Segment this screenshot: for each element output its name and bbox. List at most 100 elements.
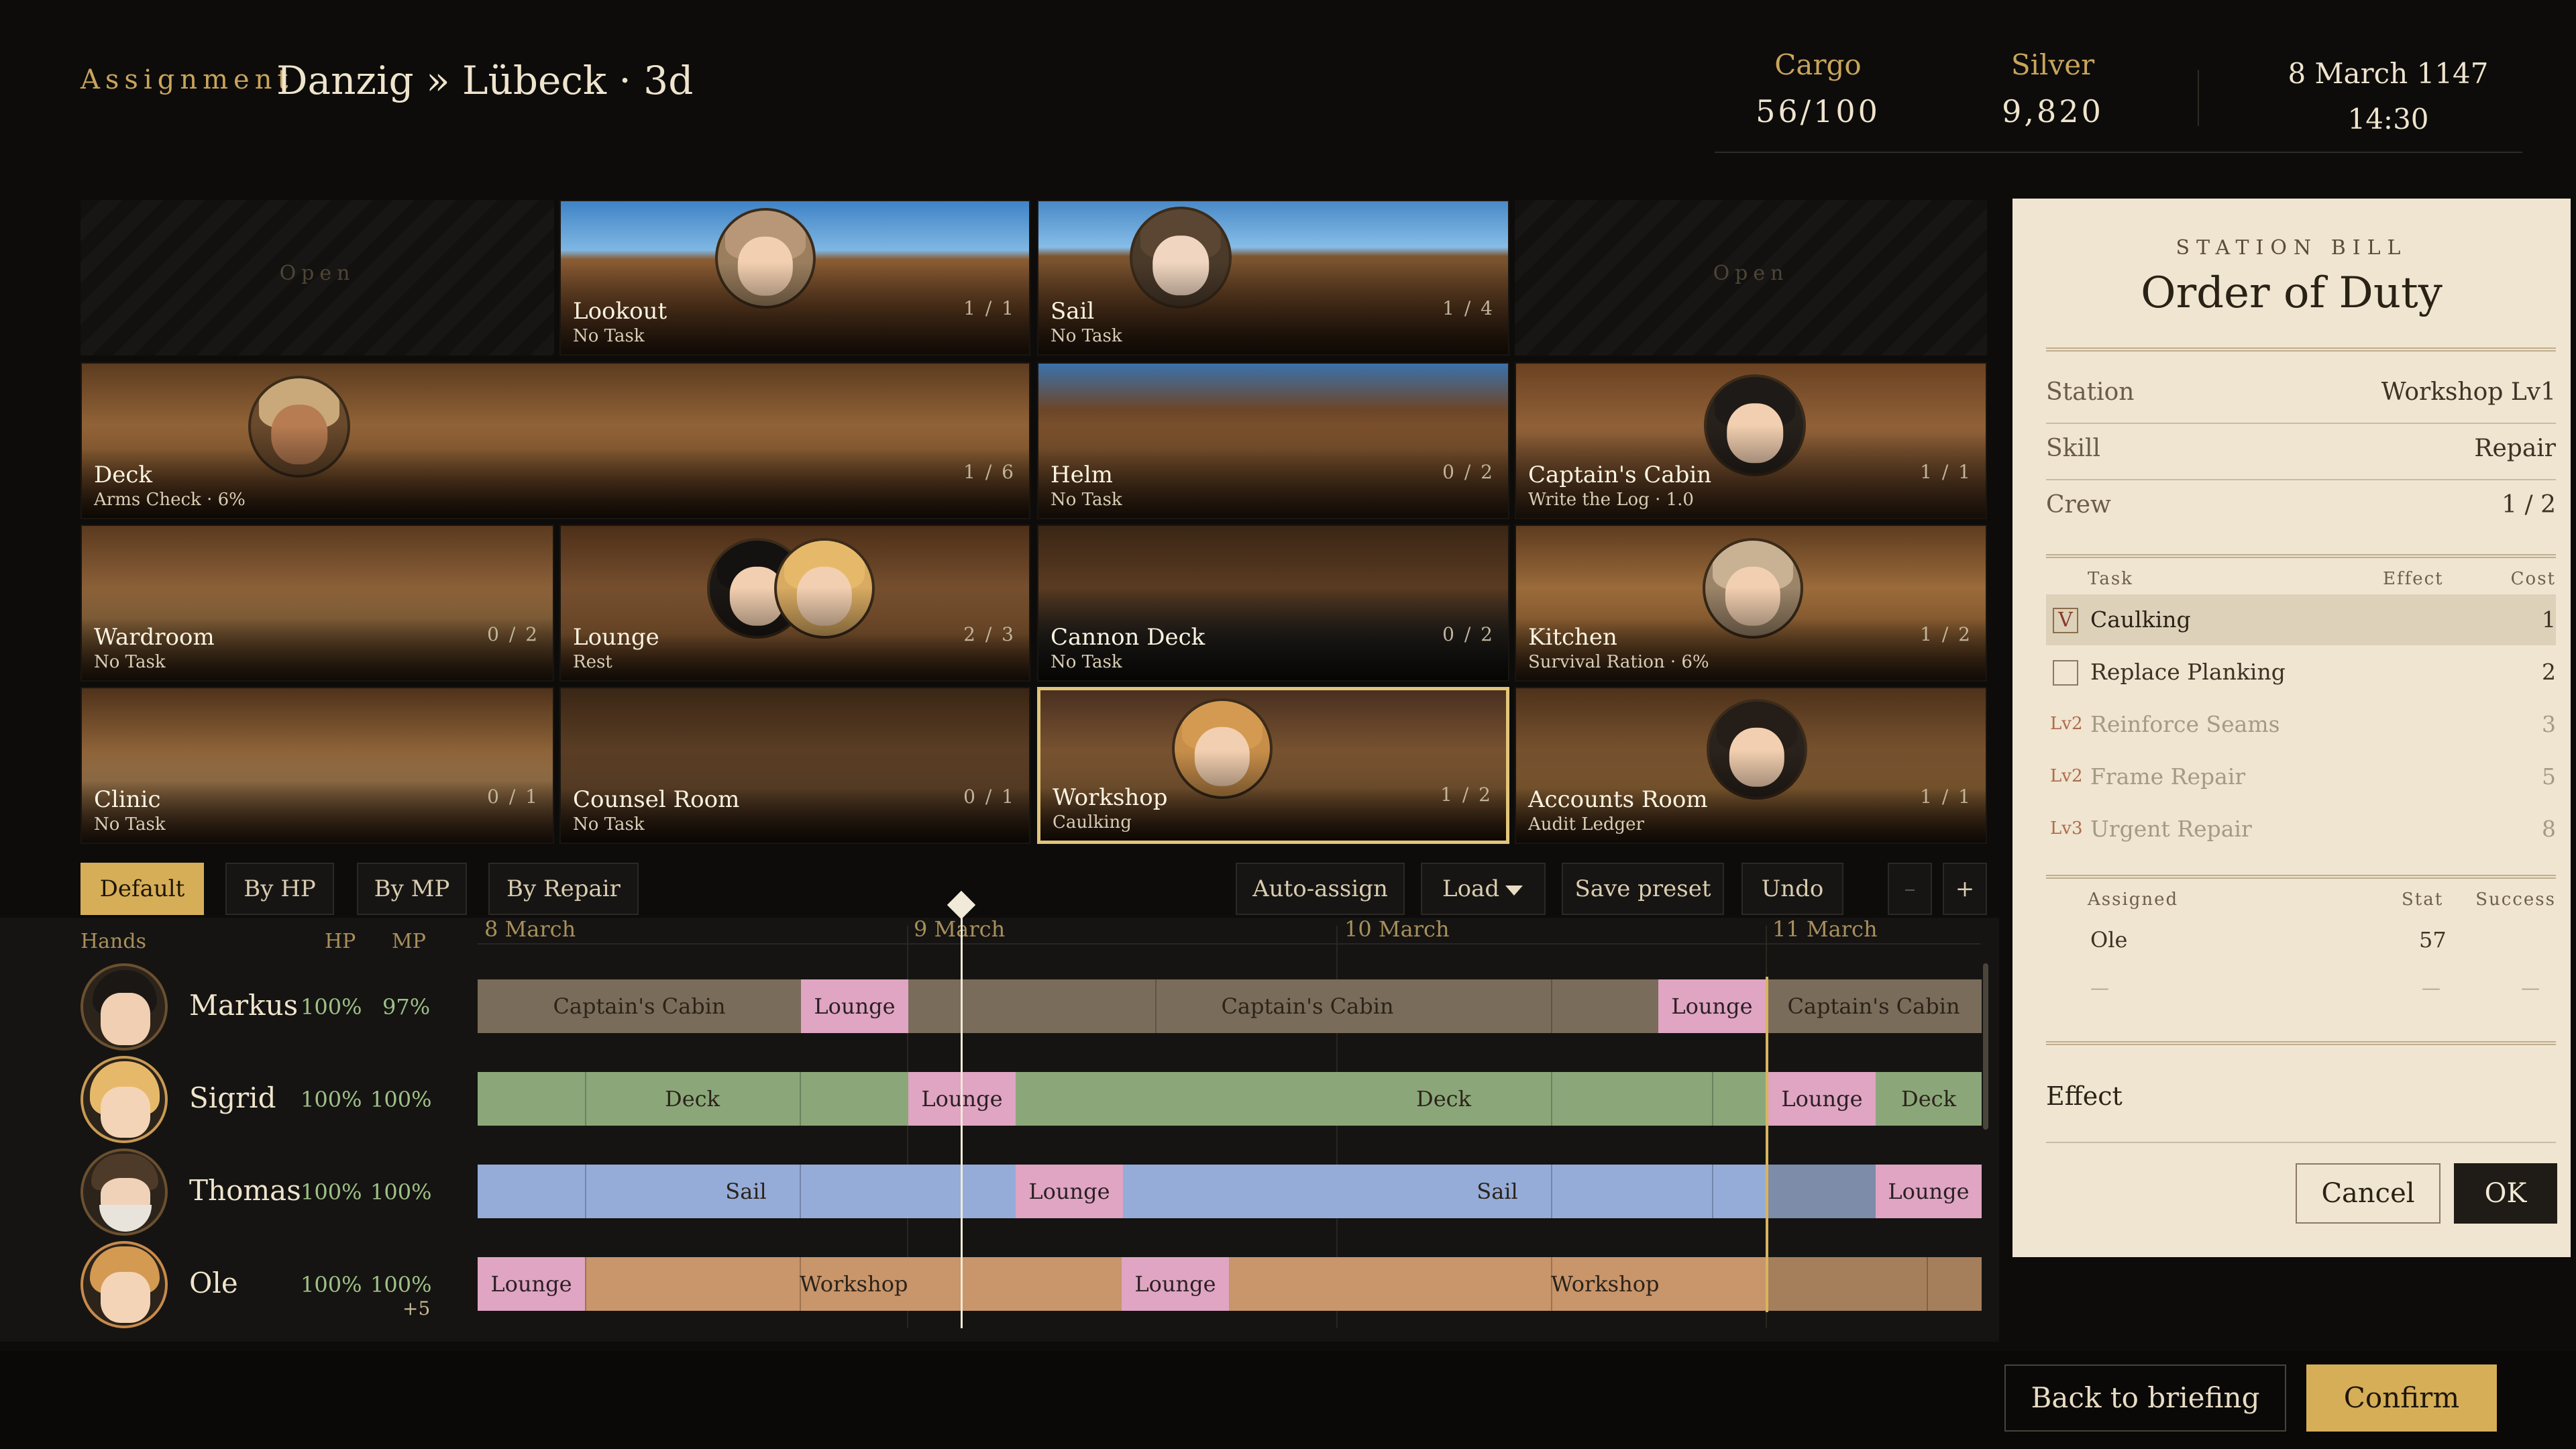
back-to-briefing-button[interactable]: Back to briefing — [2004, 1364, 2286, 1432]
room-count: 0 / 2 — [1442, 461, 1495, 483]
task-row-locked: Lv3 Urgent Repair 8 — [2046, 804, 2556, 855]
room-kitchen[interactable]: Kitchen Survival Ration · 6% 1 / 2 — [1515, 525, 1987, 682]
ok-button[interactable]: OK — [2454, 1163, 2557, 1224]
save-preset-button[interactable]: Save preset — [1562, 863, 1724, 915]
confirm-button[interactable]: Confirm — [2306, 1364, 2497, 1432]
station-row: Station Workshop Lv1 — [2046, 378, 2556, 406]
room-accounts-room[interactable]: Accounts Room Audit Ledger 1 / 1 — [1515, 687, 1987, 844]
task-row[interactable]: Replace Planking 2 — [2046, 647, 2556, 698]
schedule-bar-sigrid[interactable]: Deck Lounge Deck Lounge Deck — [478, 1072, 1982, 1126]
schedule-block-lounge[interactable]: Lounge — [1658, 979, 1766, 1033]
room-name: Counsel Room — [573, 786, 740, 813]
schedule-block-empty[interactable] — [1768, 1257, 1982, 1311]
cost-header: Cost — [2510, 569, 2556, 589]
room-task: No Task — [573, 814, 645, 835]
schedule-block[interactable]: Deck — [1336, 1072, 1551, 1126]
schedule-bar-thomas[interactable]: Sail Lounge Sail Lounge — [478, 1165, 1982, 1218]
assignment-label: Assignment — [80, 64, 294, 95]
crew-avatar-ole[interactable] — [80, 1241, 168, 1328]
sort-tab-hp[interactable]: By HP — [225, 863, 334, 915]
schedule-block-empty[interactable] — [1768, 1165, 1876, 1218]
schedule-block-lounge[interactable]: Lounge — [801, 979, 908, 1033]
level-requirement: Lv3 — [2050, 818, 2083, 839]
sort-tab-repair[interactable]: By Repair — [488, 863, 639, 915]
crew-name: Markus — [189, 989, 299, 1022]
crew-avatar-sigrid[interactable] — [80, 1056, 168, 1143]
room-lounge[interactable]: Lounge Rest 2 / 3 — [559, 525, 1030, 682]
time: 14:30 — [2347, 103, 2429, 136]
room-deck[interactable]: Deck Arms Check · 6% 1 / 6 — [80, 362, 1030, 519]
cargo-value: 56/100 — [1756, 93, 1880, 129]
playhead-handle[interactable] — [947, 890, 976, 920]
room-count: 1 / 2 — [1440, 784, 1493, 806]
crew-hp: 100% — [301, 1272, 362, 1297]
room-counsel-room[interactable]: Counsel Room No Task 0 / 1 — [559, 687, 1030, 844]
mp-header: MP — [392, 930, 426, 953]
panel-kicker: STATION BILL — [2176, 236, 2408, 260]
checkbox-checked[interactable]: V — [2053, 608, 2078, 633]
assigned-name: Ole — [2090, 927, 2128, 953]
stat-header: Stat — [2402, 890, 2444, 910]
schedule-block[interactable]: Workshop — [1551, 1257, 1659, 1311]
undo-button[interactable]: Undo — [1741, 863, 1843, 915]
schedule-block[interactable]: Captain's Cabin — [1766, 979, 1982, 1033]
task-cost: 3 — [2542, 711, 2556, 737]
open-slot-left[interactable]: Open — [80, 200, 554, 356]
schedule-block[interactable]: Sail — [1336, 1165, 1658, 1218]
schedule-block[interactable]: Sail — [585, 1165, 907, 1218]
skill-value: Repair — [2474, 435, 2556, 462]
schedule-block[interactable]: Deck — [585, 1072, 800, 1126]
crew-avatar-thomas[interactable] — [80, 1148, 168, 1236]
room-sail[interactable]: Sail No Task 1 / 4 — [1037, 200, 1509, 356]
schedule-block-lounge[interactable]: Lounge — [1016, 1165, 1123, 1218]
room-count: 1 / 1 — [1920, 786, 1972, 808]
task-cost: 2 — [2542, 659, 2556, 685]
timeline-scrollbar[interactable] — [1983, 963, 1988, 1130]
schedule-block[interactable]: Captain's Cabin — [478, 979, 801, 1033]
room-wardroom[interactable]: Wardroom No Task 0 / 2 — [80, 525, 554, 682]
crew-label: Crew — [2046, 491, 2111, 519]
checkbox[interactable] — [2053, 660, 2078, 686]
room-count: 0 / 2 — [1442, 623, 1495, 645]
schedule-block[interactable]: Deck — [1876, 1072, 1982, 1126]
room-workshop[interactable]: Workshop Caulking 1 / 2 — [1037, 687, 1509, 844]
level-requirement: Lv2 — [2050, 714, 2083, 734]
header-divider — [2198, 70, 2199, 126]
sort-tab-mp[interactable]: By MP — [357, 863, 467, 915]
zoom-in-button[interactable]: + — [1943, 863, 1987, 915]
room-cannon-deck[interactable]: Cannon Deck No Task 0 / 2 — [1037, 525, 1509, 682]
room-captains-cabin[interactable]: Captain's Cabin Write the Log · 1.0 1 / … — [1515, 362, 1987, 519]
schedule-block-lounge[interactable]: Lounge — [1122, 1257, 1229, 1311]
room-name: Lookout — [573, 298, 667, 325]
crew-value: 1 / 2 — [2502, 491, 2556, 519]
crew-mp: 100% — [370, 1179, 432, 1205]
room-helm[interactable]: Helm No Task 0 / 2 — [1037, 362, 1509, 519]
crew-hp: 100% — [301, 1179, 362, 1205]
task-header: Task — [2088, 569, 2133, 589]
sort-tab-default[interactable]: Default — [80, 863, 204, 915]
zoom-out-button[interactable]: – — [1888, 863, 1932, 915]
task-row-selected[interactable]: V Caulking 1 — [2046, 594, 2556, 645]
room-lookout[interactable]: Lookout No Task 1 / 1 — [559, 200, 1030, 356]
schedule-block-lounge[interactable]: Lounge — [1768, 1072, 1876, 1126]
cancel-button[interactable]: Cancel — [2296, 1163, 2440, 1224]
schedule-block-lounge[interactable]: Lounge — [1876, 1165, 1982, 1218]
crew-name: Sigrid — [189, 1081, 276, 1114]
room-task: No Task — [1051, 490, 1122, 510]
task-row-locked: Lv2 Frame Repair 5 — [2046, 751, 2556, 802]
load-dropdown[interactable]: Load — [1421, 863, 1546, 915]
effect-header: Effect — [2383, 569, 2444, 589]
auto-assign-button[interactable]: Auto-assign — [1236, 863, 1405, 915]
room-clinic[interactable]: Clinic No Task 0 / 1 — [80, 687, 554, 844]
silver-value: 9,820 — [2002, 93, 2104, 129]
schedule-block-lounge[interactable]: Lounge — [478, 1257, 585, 1311]
schedule-bar-markus[interactable]: Captain's Cabin Lounge Captain's Cabin L… — [478, 979, 1982, 1033]
schedule-block[interactable]: Workshop — [800, 1257, 908, 1311]
crew-avatar-markus[interactable] — [80, 963, 168, 1051]
open-slot-right[interactable]: Open — [1515, 200, 1987, 356]
schedule-block[interactable]: Captain's Cabin — [908, 979, 1707, 1033]
task-cost: 1 — [2542, 606, 2556, 633]
schedule-bar-ole[interactable]: Lounge Workshop Lounge Workshop — [478, 1257, 1982, 1311]
room-task: Arms Check · 6% — [94, 490, 246, 510]
cargo-stat: Cargo 56/100 — [1751, 48, 1885, 129]
